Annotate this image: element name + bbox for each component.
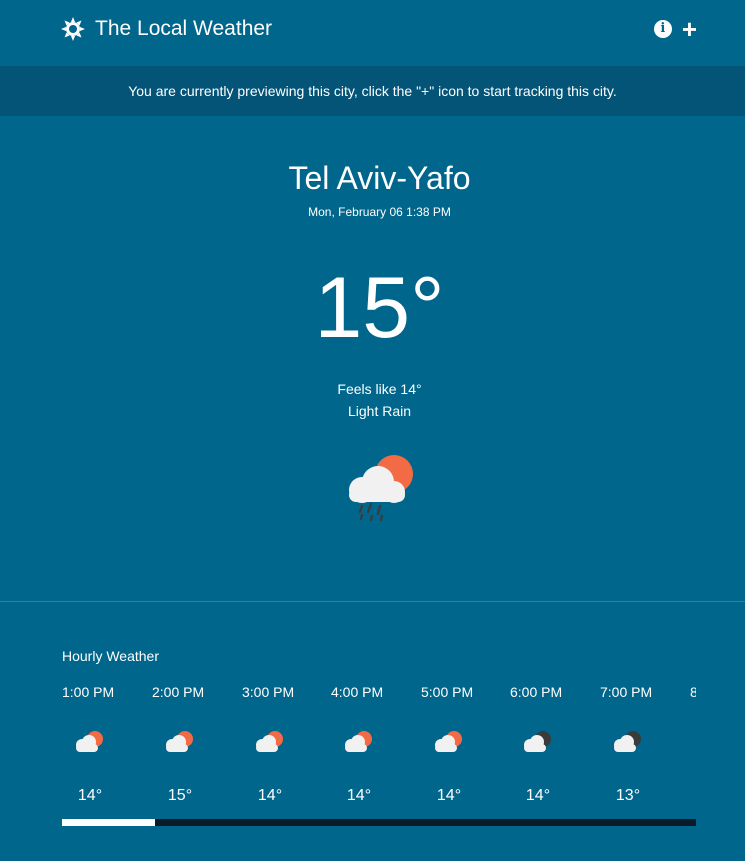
section-divider	[0, 601, 745, 602]
hour-temp: 13°	[615, 787, 641, 804]
brand[interactable]: The Local Weather	[61, 16, 272, 42]
weather-condition: Light Rain	[347, 403, 412, 419]
current-temperature: 15°	[314, 260, 445, 356]
current-datetime: Mon, February 06 1:38 PM	[308, 205, 451, 219]
cloud-moon-icon	[524, 731, 551, 752]
hour-card: 6:00 PM 14°	[510, 682, 600, 804]
hour-time: 5:00 PM	[421, 684, 474, 700]
preview-banner: You are currently previewing this city, …	[0, 66, 745, 116]
hour-time: 6:00 PM	[510, 684, 563, 700]
cloud-sun-icon	[76, 731, 103, 752]
hour-temp: 14°	[257, 787, 283, 804]
hour-time: 1:00 PM	[62, 684, 115, 700]
hour-temp: 14°	[436, 787, 462, 804]
cloud-sun-rain-icon	[349, 455, 413, 522]
hour-temp: 14°	[346, 787, 372, 804]
hour-card: 3:00 PM 14°	[242, 682, 332, 804]
cloud-sun-icon	[345, 731, 372, 752]
info-icon[interactable]: i	[653, 20, 672, 38]
feels-like: Feels like 14°	[337, 381, 422, 397]
scrollbar-thumb[interactable]	[62, 819, 155, 826]
hour-card: 2:00 PM 15°	[152, 682, 242, 804]
app-title: The Local Weather	[95, 17, 273, 40]
hourly-forecast[interactable]: 1:00 PM 14° 2:00 PM 15° 3:00 PM 14° 4:00…	[62, 682, 696, 812]
top-actions: i +	[653, 16, 697, 42]
hour-time: 4:00 PM	[331, 684, 384, 700]
hour-temp: 15°	[167, 787, 193, 804]
hour-time: 3:00 PM	[242, 684, 295, 700]
plus-icon[interactable]: +	[682, 16, 697, 42]
cloud-sun-icon	[256, 731, 283, 752]
hour-time: 8	[690, 684, 696, 700]
hourly-title: Hourly Weather	[62, 648, 160, 664]
hour-temp: 14°	[525, 787, 551, 804]
cloud-sun-icon	[166, 731, 193, 752]
cloud-moon-icon	[614, 731, 641, 752]
hour-card: 8	[690, 682, 696, 702]
preview-banner-text: You are currently previewing this city, …	[128, 83, 617, 99]
city-name: Tel Aviv-Yafo	[288, 160, 471, 196]
hour-card: 1:00 PM 14°	[62, 682, 152, 804]
hour-time: 2:00 PM	[152, 684, 205, 700]
cloud-sun-icon	[435, 731, 462, 752]
hour-temp: 14°	[77, 787, 103, 804]
top-bar: The Local Weather i +	[0, 0, 745, 66]
hour-card: 7:00 PM 13°	[600, 682, 690, 804]
hour-card: 4:00 PM 14°	[331, 682, 421, 804]
sun-gear-icon	[61, 17, 85, 41]
hourly-scrollbar[interactable]	[62, 819, 696, 826]
hour-time: 7:00 PM	[600, 684, 653, 700]
hour-card: 5:00 PM 14°	[421, 682, 511, 804]
